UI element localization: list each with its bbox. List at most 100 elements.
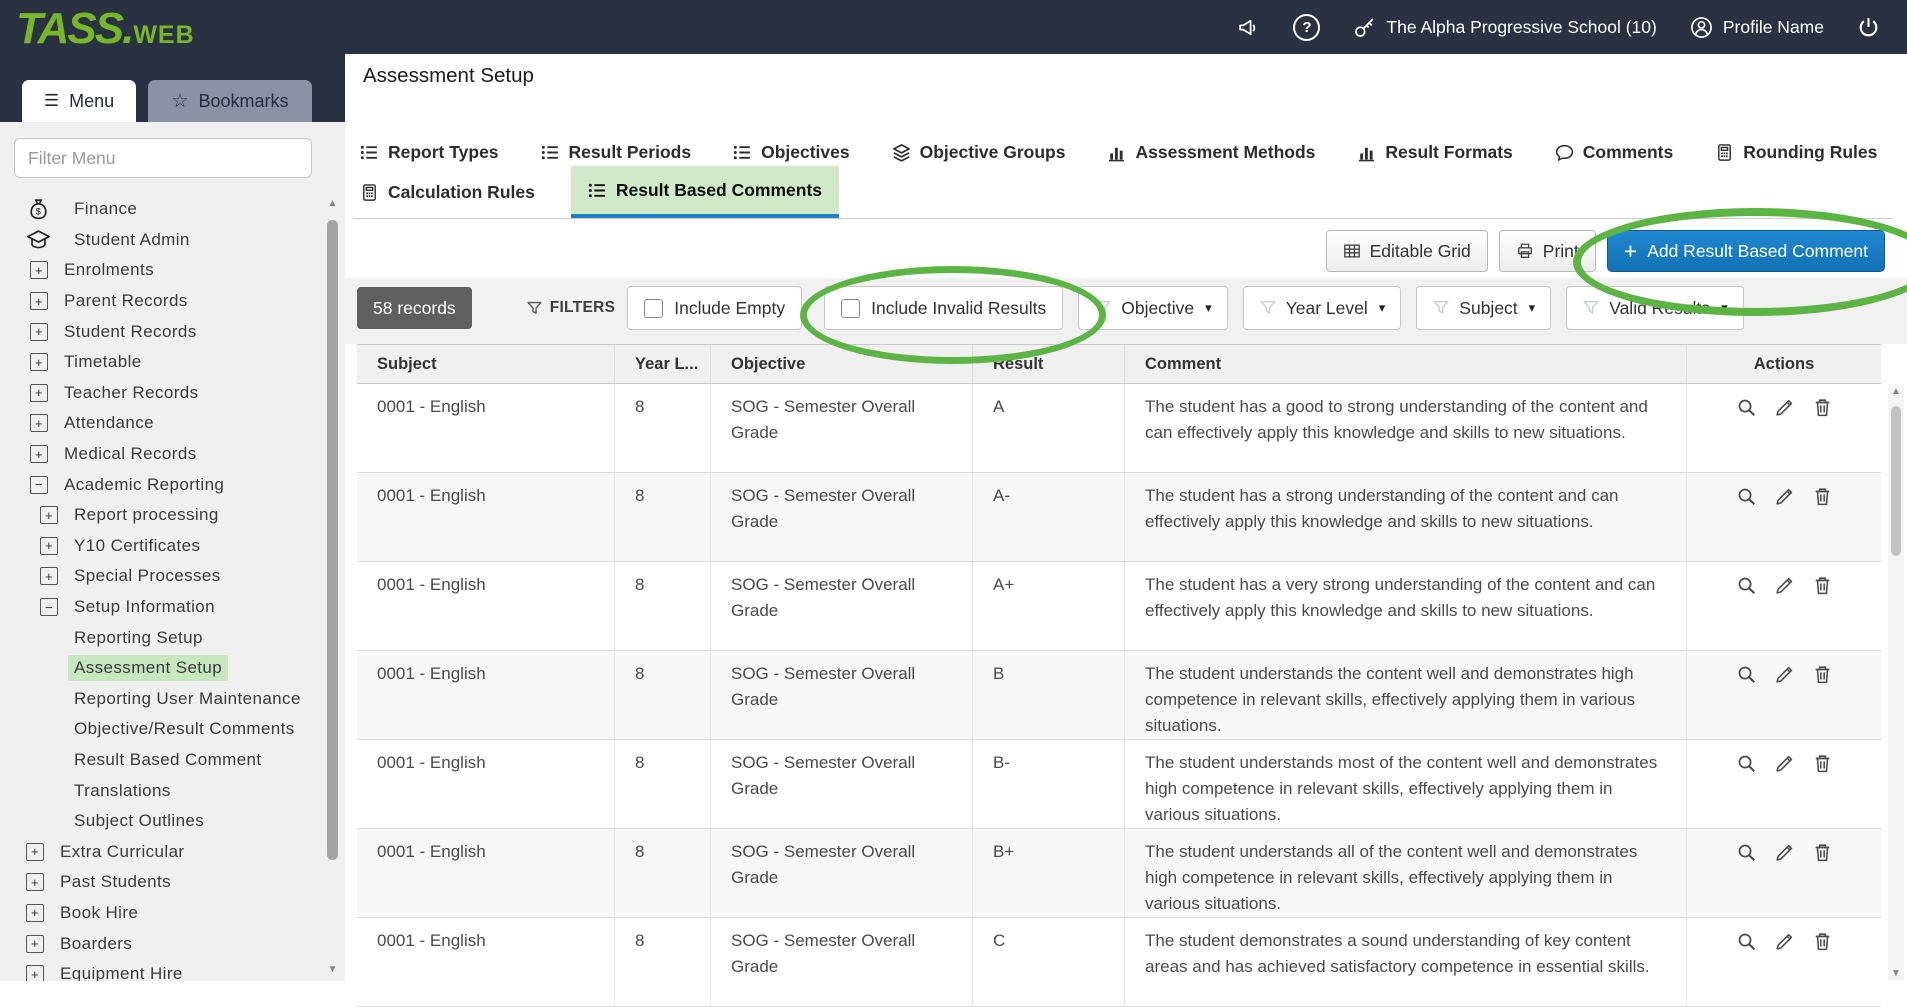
tab-comments[interactable]: Comments <box>1555 142 1673 163</box>
sidebar-item-assessment-setup[interactable]: Assessment Setup <box>0 653 323 684</box>
tab-report-types[interactable]: Report Types <box>360 142 499 163</box>
delete-icon[interactable] <box>1812 753 1833 774</box>
sidebar-item-objective-result-comments[interactable]: Objective/Result Comments <box>0 714 323 745</box>
profile-menu[interactable]: Profile Name <box>1689 15 1824 40</box>
expander-icon[interactable]: + <box>26 965 44 981</box>
column-header-result[interactable]: Result <box>973 345 1125 383</box>
sidebar-item-boarders[interactable]: + Boarders <box>0 928 323 959</box>
scroll-down-icon[interactable]: ▼ <box>324 964 341 975</box>
sidebar-item-enrolments[interactable]: + Enrolments <box>0 255 323 286</box>
column-header-comment[interactable]: Comment <box>1125 345 1687 383</box>
expander-icon[interactable]: + <box>30 414 48 432</box>
column-header-subject[interactable]: Subject <box>357 345 615 383</box>
tab-objective-groups[interactable]: Objective Groups <box>892 142 1066 163</box>
sidebar-scrollbar-thumb[interactable] <box>327 220 338 860</box>
tab-assessment-methods[interactable]: Assessment Methods <box>1107 142 1315 163</box>
bookmarks-button[interactable]: ☆ Bookmarks <box>148 80 312 122</box>
expander-icon[interactable]: − <box>30 476 48 494</box>
sidebar-item-special-processes[interactable]: + Special Processes <box>0 561 323 592</box>
expander-icon[interactable]: + <box>40 537 58 555</box>
view-icon[interactable] <box>1736 753 1757 774</box>
table-scrollbar-thumb[interactable] <box>1891 406 1901 556</box>
view-icon[interactable] <box>1736 486 1757 507</box>
expander-icon[interactable]: + <box>30 353 48 371</box>
edit-icon[interactable] <box>1774 486 1795 507</box>
view-icon[interactable] <box>1736 397 1757 418</box>
table-scrollbar[interactable]: ▲ ▼ <box>1888 384 1904 981</box>
sidebar-item-finance[interactable]: $ Finance <box>0 194 323 225</box>
expander-icon[interactable]: + <box>30 323 48 341</box>
expander-icon[interactable]: + <box>30 261 48 279</box>
scroll-up-icon[interactable]: ▲ <box>324 198 341 209</box>
column-header-year-level[interactable]: Year L... <box>615 345 711 383</box>
school-selector[interactable]: The Alpha Progressive School (10) <box>1352 15 1656 40</box>
sidebar-item-timetable[interactable]: + Timetable <box>0 347 323 378</box>
tab-result-formats[interactable]: Result Formats <box>1357 142 1512 163</box>
expander-icon[interactable]: − <box>40 598 58 616</box>
view-icon[interactable] <box>1736 931 1757 952</box>
sidebar-item-book-hire[interactable]: + Book Hire <box>0 898 323 929</box>
include-empty-checkbox[interactable]: Include Empty <box>627 286 802 330</box>
sidebar-item-subject-outlines[interactable]: Subject Outlines <box>0 806 323 837</box>
objective-filter-dropdown[interactable]: Objective ▾ <box>1078 286 1227 330</box>
tab-result-based-comments[interactable]: Result Based Comments <box>571 166 839 218</box>
edit-icon[interactable] <box>1774 753 1795 774</box>
year-level-filter-dropdown[interactable]: Year Level ▾ <box>1243 286 1402 330</box>
add-result-based-comment-button[interactable]: + Add Result Based Comment <box>1607 230 1885 272</box>
sidebar-item-student-admin[interactable]: Student Admin <box>0 225 323 256</box>
expander-icon[interactable]: + <box>40 506 58 524</box>
expander-icon[interactable]: + <box>26 873 44 891</box>
view-icon[interactable] <box>1736 842 1757 863</box>
scroll-down-icon[interactable]: ▼ <box>1888 968 1904 979</box>
announcements-icon[interactable] <box>1236 15 1261 40</box>
view-icon[interactable] <box>1736 575 1757 596</box>
menu-button[interactable]: ☰ Menu <box>22 80 136 122</box>
sidebar-item-reporting-user-maintenance[interactable]: Reporting User Maintenance <box>0 684 323 715</box>
tab-objectives[interactable]: Objectives <box>733 142 850 163</box>
tab-rounding-rules[interactable]: Rounding Rules <box>1715 142 1877 163</box>
expander-icon[interactable]: + <box>26 904 44 922</box>
include-invalid-results-checkbox[interactable]: Include Invalid Results <box>824 286 1063 330</box>
column-header-objective[interactable]: Objective <box>711 345 973 383</box>
edit-icon[interactable] <box>1774 575 1795 596</box>
sidebar-item-extra-curricular[interactable]: + Extra Curricular <box>0 836 323 867</box>
sidebar-item-teacher-records[interactable]: + Teacher Records <box>0 378 323 409</box>
sidebar-item-past-students[interactable]: + Past Students <box>0 867 323 898</box>
delete-icon[interactable] <box>1812 842 1833 863</box>
sidebar-scrollbar[interactable]: ▲ ▼ <box>324 196 341 977</box>
edit-icon[interactable] <box>1774 664 1795 685</box>
sidebar-item-medical-records[interactable]: + Medical Records <box>0 439 323 470</box>
view-icon[interactable] <box>1736 664 1757 685</box>
expander-icon[interactable]: + <box>26 843 44 861</box>
help-icon[interactable]: ? <box>1293 14 1320 41</box>
expander-icon[interactable]: + <box>30 292 48 310</box>
edit-icon[interactable] <box>1774 931 1795 952</box>
logout-icon[interactable] <box>1856 15 1881 40</box>
expander-icon[interactable]: + <box>30 384 48 402</box>
expander-icon[interactable]: + <box>40 567 58 585</box>
tab-calculation-rules[interactable]: Calculation Rules <box>360 182 535 203</box>
sidebar-item-attendance[interactable]: + Attendance <box>0 408 323 439</box>
valid-results-filter-dropdown[interactable]: Valid Results ▾ <box>1566 286 1743 330</box>
sidebar-item-student-records[interactable]: + Student Records <box>0 316 323 347</box>
sidebar-item-reporting-setup[interactable]: Reporting Setup <box>0 622 323 653</box>
sidebar-item-parent-records[interactable]: + Parent Records <box>0 286 323 317</box>
expander-icon[interactable]: + <box>26 935 44 953</box>
sidebar-item-result-based-comment[interactable]: Result Based Comment <box>0 745 323 776</box>
edit-icon[interactable] <box>1774 397 1795 418</box>
sidebar-item-translations[interactable]: Translations <box>0 775 323 806</box>
tab-result-periods[interactable]: Result Periods <box>541 142 692 163</box>
filter-menu-input[interactable] <box>14 138 312 178</box>
delete-icon[interactable] <box>1812 664 1833 685</box>
sidebar-item-report-processing[interactable]: + Report processing <box>0 500 323 531</box>
scroll-up-icon[interactable]: ▲ <box>1888 386 1904 397</box>
sidebar-item-y10-certificates[interactable]: + Y10 Certificates <box>0 531 323 562</box>
delete-icon[interactable] <box>1812 486 1833 507</box>
edit-icon[interactable] <box>1774 842 1795 863</box>
print-button[interactable]: Print <box>1499 230 1596 272</box>
sidebar-item-academic-reporting[interactable]: − Academic Reporting <box>0 469 323 500</box>
delete-icon[interactable] <box>1812 931 1833 952</box>
delete-icon[interactable] <box>1812 575 1833 596</box>
expander-icon[interactable]: + <box>30 445 48 463</box>
delete-icon[interactable] <box>1812 397 1833 418</box>
